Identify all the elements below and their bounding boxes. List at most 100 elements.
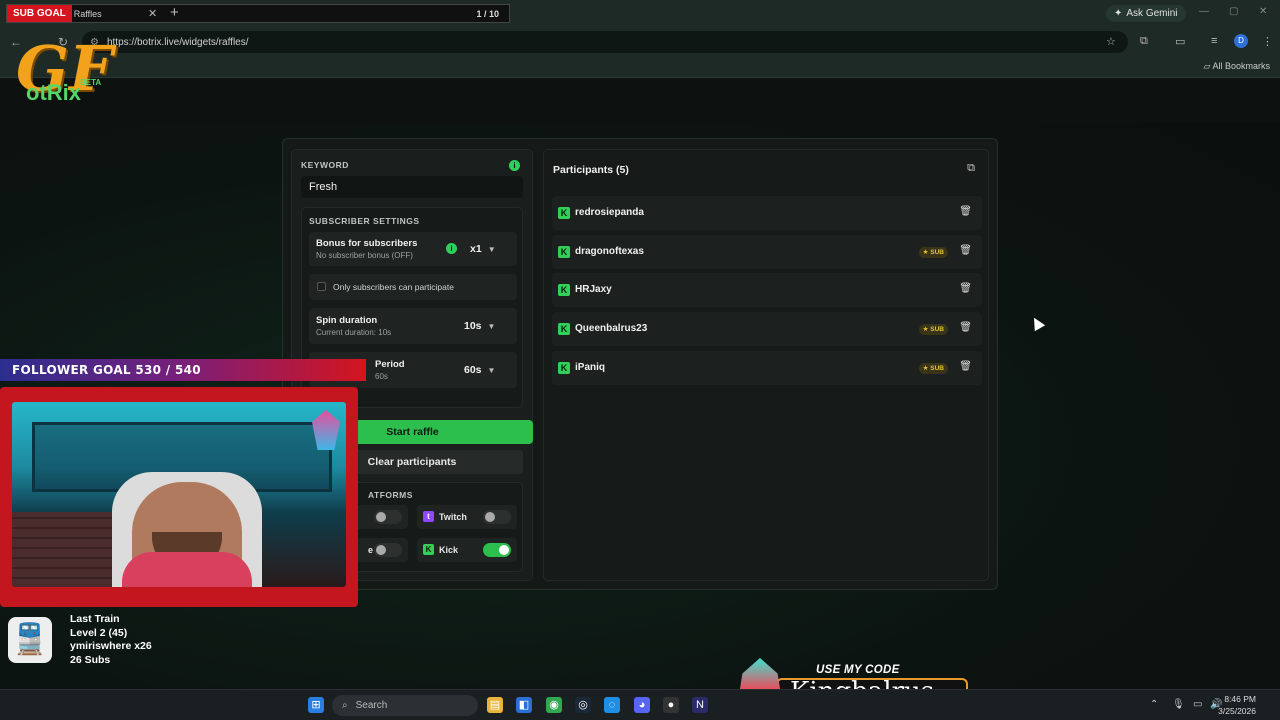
- toggle-knob: [499, 545, 509, 555]
- tab-search-icon[interactable]: ≡: [1211, 35, 1217, 47]
- platform-kick: K Kick: [417, 538, 517, 562]
- platform-toggle[interactable]: [374, 543, 402, 557]
- beta-badge: BETA: [80, 78, 102, 87]
- spin-duration-row: Spin duration Current duration: 10s 10s …: [309, 308, 517, 344]
- spin-duration-subtitle: Current duration: 10s: [316, 328, 392, 337]
- mouse-cursor-icon: [1028, 314, 1046, 332]
- toggle-knob: [485, 512, 495, 522]
- minimize-icon[interactable]: —: [1199, 6, 1209, 17]
- gemini-sparkle-icon: ✦: [1114, 8, 1123, 19]
- participants-title: Participants (5): [553, 164, 629, 176]
- stream-info-line: Last Train: [70, 613, 120, 625]
- cast-icon[interactable]: ▭: [1175, 35, 1185, 48]
- app-header: [0, 79, 1280, 123]
- bonus-multiplier-select[interactable]: x1 ▼: [470, 240, 496, 258]
- sub-goal-overlay: SUB GOAL Raffles 1 / 10: [6, 4, 510, 23]
- only-subscribers-row[interactable]: Only subscribers can participate: [309, 274, 517, 300]
- participant-name: Queenbalrus23: [575, 323, 648, 335]
- all-bookmarks-link[interactable]: ▱ All Bookmarks: [1204, 61, 1270, 72]
- webcam-frame: [0, 387, 358, 607]
- trash-icon[interactable]: 🗑: [959, 322, 972, 333]
- file-explorer-icon[interactable]: ▤: [487, 697, 503, 713]
- trash-icon[interactable]: 🗑: [959, 361, 972, 372]
- sub-badge: ★ SUB: [918, 246, 948, 258]
- stream-info-line: ymiriswhere x26: [70, 640, 152, 652]
- webcam-video: [12, 402, 346, 587]
- windows-start-icon[interactable]: ⊞: [308, 697, 324, 713]
- participant-name: redrosiepanda: [575, 207, 644, 218]
- steam-icon[interactable]: ◎: [575, 697, 591, 713]
- chrome-icon[interactable]: ◉: [546, 697, 562, 713]
- spin-duration-title: Spin duration: [316, 315, 378, 326]
- bonus-multiplier-value: x1: [470, 243, 482, 255]
- edge-icon[interactable]: ◌: [604, 697, 620, 713]
- participant-row: K dragonoftexas ★ SUB 🗑: [552, 234, 982, 269]
- platform-kick-label: Kick: [439, 545, 459, 555]
- trash-icon[interactable]: 🗑: [959, 283, 972, 294]
- extensions-icon[interactable]: ⧉: [1140, 35, 1148, 48]
- platform-toggle[interactable]: [374, 510, 402, 524]
- participant-row: K HRJaxy 🗑: [552, 273, 982, 308]
- url-text: https://botrix.live/widgets/raffles/: [106, 36, 249, 48]
- sub-goal-count: 1 / 10: [476, 8, 499, 19]
- clock-time: 8:46 PM: [1224, 694, 1256, 704]
- bonus-info-icon[interactable]: i: [446, 243, 457, 254]
- close-window-icon[interactable]: ✕: [1259, 6, 1267, 17]
- menu-kebab-icon[interactable]: ⋮: [1262, 35, 1273, 48]
- sub-badge: ★ SUB: [918, 324, 948, 336]
- taskbar-search[interactable]: ⌕ Search: [332, 695, 478, 716]
- new-tab-icon[interactable]: +: [170, 4, 179, 21]
- windows-taskbar: ⊞ ⌕ Search ▤ ◧ ◉ ◎ ◌ ◕ ● N ⌃ 🎙 ▭ 🔊 8:46 …: [0, 689, 1280, 720]
- creator-code-heading: USE MY CODE: [816, 664, 900, 676]
- stream-info-line: 26 Subs: [70, 653, 111, 666]
- platform-label: e: [368, 545, 374, 555]
- follower-goal-bar: FOLLOWER GOAL 530 / 540: [0, 359, 366, 381]
- period-select[interactable]: 60s ▼: [464, 361, 495, 379]
- toggle-knob: [376, 545, 386, 555]
- search-icon: ⌕: [342, 700, 348, 711]
- copy-icon[interactable]: ⧉: [964, 161, 978, 175]
- discord-icon[interactable]: ◕: [634, 697, 650, 713]
- nzxt-icon[interactable]: N: [692, 697, 708, 713]
- logo-text: otRix: [26, 80, 81, 105]
- clock-date: 3/25/2026: [1218, 706, 1256, 716]
- kick-icon: K: [558, 284, 570, 297]
- only-subscribers-checkbox[interactable]: [317, 282, 326, 291]
- bonus-title: Bonus for subscribers: [316, 238, 418, 249]
- train-icon: 🚆: [8, 617, 52, 663]
- keyword-info-icon[interactable]: i: [509, 160, 520, 171]
- platforms-label: ATFORMS: [368, 490, 413, 500]
- keyword-input[interactable]: Fresh: [301, 176, 523, 198]
- bookmark-star-icon[interactable]: ☆: [1106, 35, 1116, 48]
- kick-icon: K: [558, 245, 570, 258]
- kick-icon: K: [558, 361, 570, 374]
- keyword-label: KEYWORD: [301, 160, 349, 170]
- spin-duration-select[interactable]: 10s ▼: [464, 317, 495, 335]
- ask-gemini-button[interactable]: ✦ Ask Gemini: [1106, 5, 1186, 22]
- url-field[interactable]: ⚙ https://botrix.live/widgets/raffles/: [82, 31, 1128, 53]
- taskbar-clock[interactable]: 8:46 PM 3/25/2026: [1218, 693, 1256, 717]
- trash-icon[interactable]: 🗑: [959, 206, 972, 217]
- twitch-toggle[interactable]: [483, 510, 511, 524]
- trash-icon[interactable]: 🗑: [959, 245, 972, 256]
- profile-avatar[interactable]: D: [1234, 34, 1248, 48]
- microphone-icon[interactable]: 🎙: [1172, 699, 1185, 710]
- kick-toggle[interactable]: [483, 543, 511, 557]
- toggle-knob: [376, 512, 386, 522]
- stream-info-line: Level 2 (45): [70, 626, 128, 639]
- tab-title[interactable]: Raffles: [74, 9, 102, 19]
- participant-row: K Queenbalrus23 ★ SUB 🗑: [552, 312, 982, 347]
- maximize-icon[interactable]: ▢: [1229, 6, 1238, 17]
- tray-chevron-icon[interactable]: ⌃: [1150, 699, 1158, 710]
- tab-close-icon[interactable]: ✕: [148, 7, 157, 20]
- participant-name: dragonoftexas: [575, 245, 644, 257]
- display-icon[interactable]: ▭: [1193, 699, 1202, 710]
- store-icon[interactable]: ◧: [516, 697, 532, 713]
- browser-tab-bar: SUB GOAL Raffles 1 / 10 ✕ + ✦ Ask Gemini…: [0, 0, 1280, 28]
- obs-icon[interactable]: ●: [663, 697, 679, 713]
- subscriber-settings-label: SUBSCRIBER SETTINGS: [309, 216, 420, 226]
- twitch-icon: t: [423, 511, 434, 522]
- botrix-logo[interactable]: GF otRix BETA: [10, 32, 113, 116]
- platform-twitch: t Twitch: [417, 505, 517, 529]
- participant-row: K redrosiepanda 🗑: [552, 196, 982, 230]
